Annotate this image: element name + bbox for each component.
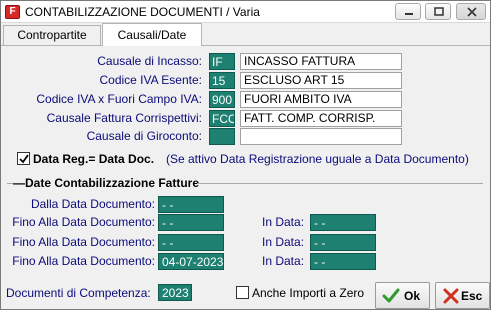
in-data-field-1[interactable]: - - (310, 214, 376, 231)
corrispettivi-desc-field: FATT. COMP. CORRISP. (240, 110, 402, 127)
in-data-field-3[interactable]: - - (310, 253, 376, 270)
in-data-label-3: In Data: (262, 254, 305, 268)
fino-data-label-1: Fino Alla Data Documento: (12, 215, 155, 229)
minimize-icon (405, 13, 413, 15)
incasso-desc-field: INCASSO FATTURA (240, 53, 402, 70)
cancel-icon (443, 288, 459, 304)
incasso-code-field[interactable]: IF (209, 53, 235, 70)
tab-contropartite[interactable]: Contropartite (3, 25, 101, 45)
tab-causali-date[interactable]: Causali/Date (102, 23, 202, 46)
dalla-data-label: Dalla Data Documento: (30, 197, 155, 211)
fino-data-field-2[interactable]: - - (158, 234, 224, 251)
tab-divider (1, 45, 490, 46)
minimize-button[interactable] (395, 3, 421, 20)
anche-importi-label: Anche Importi a Zero (252, 286, 365, 300)
ok-button[interactable]: Ok (375, 282, 430, 309)
title-bar: F CONTABILIZZAZIONE DOCUMENTI / Varia (1, 1, 490, 23)
dialog-window: F CONTABILIZZAZIONE DOCUMENTI / Varia Co… (0, 0, 491, 310)
esc-label: Esc (461, 289, 483, 303)
in-data-field-2[interactable]: - - (310, 234, 376, 251)
close-icon (467, 7, 477, 17)
data-reg-note: (Se attivo Data Registrazione uguale a D… (166, 152, 469, 166)
maximize-icon (434, 7, 444, 16)
window-title: CONTABILIZZAZIONE DOCUMENTI / Varia (25, 5, 260, 19)
close-button[interactable] (456, 3, 486, 20)
fino-data-field-3[interactable]: 04-07-2023 (158, 253, 224, 270)
corrispettivi-code-field[interactable]: FCO (209, 110, 235, 127)
giroconto-code-field[interactable] (209, 128, 235, 145)
fino-data-label-2: Fino Alla Data Documento: (12, 235, 155, 249)
data-reg-label: Data Reg.= Data Doc. (33, 152, 155, 166)
esc-button[interactable]: Esc (435, 282, 490, 309)
competenza-label: Documenti di Competenza: (6, 286, 151, 300)
fino-data-label-3: Fino Alla Data Documento: (12, 254, 155, 268)
in-data-label-2: In Data: (262, 235, 305, 249)
iva-fuori-label: Codice IVA x Fuori Campo IVA: (36, 92, 202, 106)
competenza-field[interactable]: 2023 (158, 284, 192, 301)
maximize-button[interactable] (425, 3, 451, 20)
iva-esente-desc-field: ESCLUSO ART 15 (240, 72, 402, 89)
iva-fuori-desc-field: FUORI AMBITO IVA (240, 91, 402, 108)
giroconto-label: Causale di Giroconto: (86, 129, 202, 143)
iva-esente-code-field[interactable]: 15 (209, 72, 235, 89)
group-line-right (197, 183, 483, 184)
group-title: —Date Contabilizzazione Fatture (13, 176, 200, 190)
checkmark-icon (19, 154, 29, 164)
dalla-data-field[interactable]: - - (158, 196, 224, 213)
iva-esente-label: Codice IVA Esente: (99, 73, 202, 87)
corrispettivi-label: Causale Fattura Corrispettivi: (46, 111, 202, 125)
app-logo-icon: F (5, 5, 20, 19)
incasso-label: Causale di Incasso: (97, 54, 202, 68)
anche-importi-checkbox[interactable] (236, 286, 249, 299)
in-data-label-1: In Data: (262, 215, 305, 229)
data-reg-checkbox[interactable] (17, 152, 30, 165)
fino-data-field-1[interactable]: - - (158, 214, 224, 231)
giroconto-desc-field (240, 128, 402, 145)
checkmark-icon (382, 288, 400, 303)
ok-label: Ok (404, 289, 421, 303)
iva-fuori-code-field[interactable]: 900 (209, 91, 235, 108)
